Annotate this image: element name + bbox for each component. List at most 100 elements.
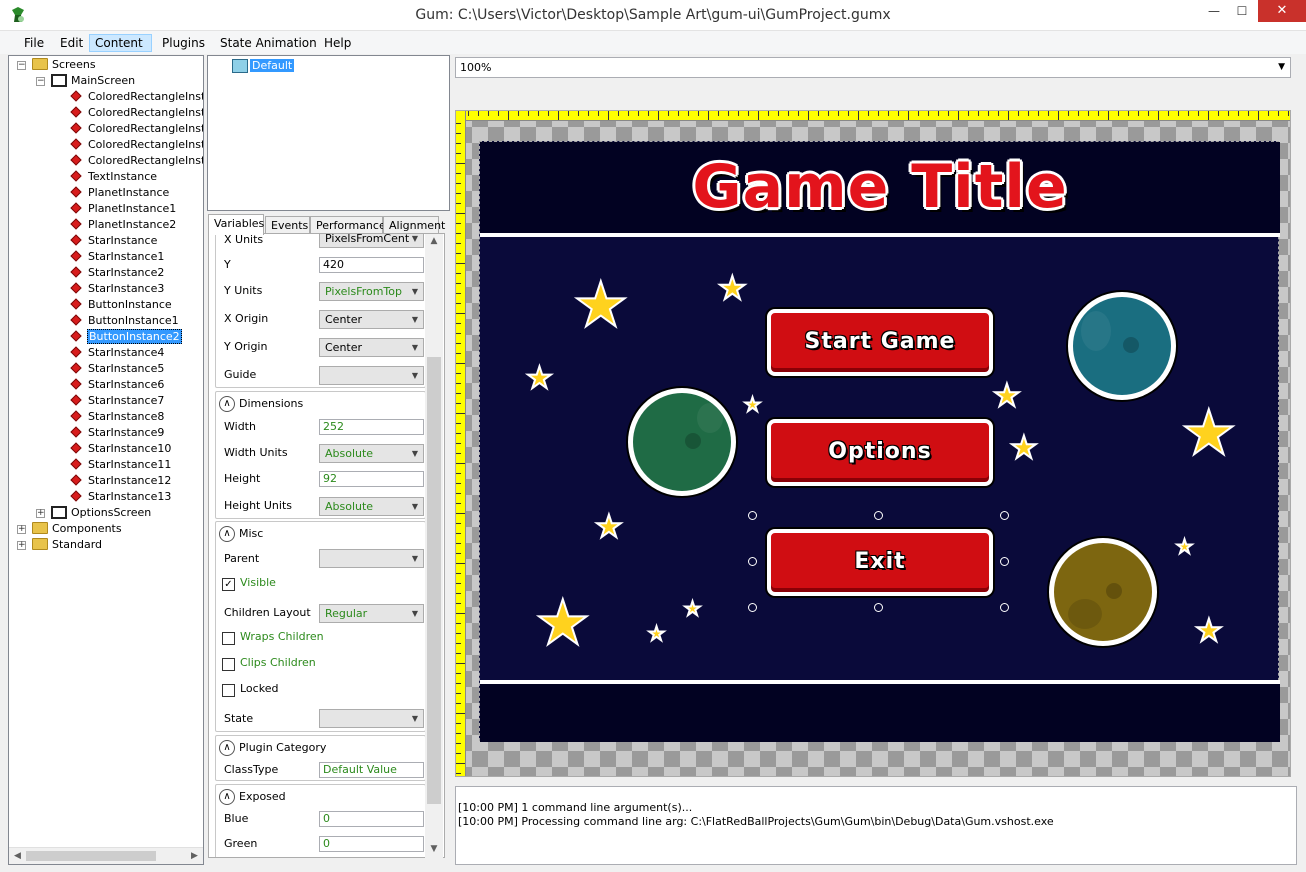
tree-item-instance[interactable]: StarInstance12	[69, 473, 172, 489]
resize-handle-bottom[interactable]	[874, 603, 883, 612]
game-title-text[interactable]: Game Title	[480, 152, 1280, 222]
horizontal-splitter[interactable]	[455, 778, 1297, 785]
star-icon[interactable]: ★	[992, 380, 1022, 413]
menu-file[interactable]: File	[18, 34, 50, 52]
clips-children-checkbox[interactable]	[222, 658, 235, 671]
collapse-mainscreen-toggle[interactable]: −	[36, 77, 45, 86]
tree-item-instance[interactable]: StarInstance	[69, 233, 158, 249]
green-field[interactable]: 0	[319, 836, 424, 852]
star-icon[interactable]: ★	[1180, 401, 1238, 465]
star-icon[interactable]: ★	[1175, 537, 1194, 558]
misc-header[interactable]: ∧ Misc	[219, 525, 263, 543]
expand-components-toggle[interactable]: +	[17, 525, 26, 534]
resize-handle-top-right[interactable]	[1000, 511, 1009, 520]
planet-olive[interactable]	[1049, 538, 1157, 646]
bottom-divider-line[interactable]	[480, 680, 1280, 684]
planet-green[interactable]	[628, 388, 736, 496]
star-icon[interactable]: ★	[572, 273, 630, 337]
collapse-up-icon[interactable]: ∧	[219, 526, 235, 542]
collapse-screens-toggle[interactable]: −	[17, 61, 26, 70]
tree-item-instance[interactable]: StarInstance7	[69, 393, 165, 409]
tree-item-instance[interactable]: ColoredRectangleInstar	[69, 121, 203, 137]
star-icon[interactable]: ★	[525, 363, 554, 395]
scroll-down-icon[interactable]: ▼	[425, 844, 443, 854]
tree-node-screens[interactable]: Screens	[32, 57, 97, 73]
x-units-dropdown[interactable]: PixelsFromCent ▼	[319, 234, 424, 248]
planet-teal[interactable]	[1068, 292, 1176, 400]
collapse-up-icon[interactable]: ∧	[219, 789, 235, 805]
options-button[interactable]: Options	[767, 419, 993, 486]
scrollbar-thumb[interactable]	[26, 851, 156, 861]
locked-checkbox[interactable]	[222, 684, 235, 697]
variables-vertical-scrollbar[interactable]: ▲ ▼	[425, 234, 443, 858]
expand-standard-toggle[interactable]: +	[17, 541, 26, 550]
star-icon[interactable]: ★	[594, 511, 624, 544]
tree-item-instance[interactable]: ColoredRectangleInstar	[69, 153, 203, 169]
tree-node-mainscreen[interactable]: MainScreen	[51, 73, 136, 89]
star-icon[interactable]: ★	[1194, 615, 1224, 648]
scroll-up-icon[interactable]: ▲	[425, 236, 443, 246]
blue-field[interactable]: 0	[319, 811, 424, 827]
resize-handle-bottom-right[interactable]	[1000, 603, 1009, 612]
tree-item-instance[interactable]: StarInstance8	[69, 409, 165, 425]
star-icon[interactable]: ★	[647, 624, 666, 645]
state-item-default[interactable]: Default	[232, 59, 295, 75]
tree-item-instance[interactable]: StarInstance4	[69, 345, 165, 361]
tree-item-instance[interactable]: StarInstance10	[69, 441, 172, 457]
tree-item-instance[interactable]: StarInstance1	[69, 249, 165, 265]
height-field[interactable]: 92	[319, 471, 424, 487]
collapse-up-icon[interactable]: ∧	[219, 396, 235, 412]
tree-item-instance[interactable]: PlanetInstance1	[69, 201, 177, 217]
tab-variables[interactable]: Variables	[208, 214, 264, 235]
star-icon[interactable]: ★	[717, 271, 748, 305]
tree-item-instance[interactable]: StarInstance6	[69, 377, 165, 393]
bottom-band[interactable]	[480, 682, 1280, 742]
exit-button[interactable]: Exit	[767, 529, 993, 596]
tree-horizontal-scrollbar[interactable]: ◀ ▶	[9, 847, 203, 864]
tree-item-instance[interactable]: StarInstance9	[69, 425, 165, 441]
exposed-header[interactable]: ∧ Exposed	[219, 788, 286, 806]
scroll-right-icon[interactable]: ▶	[186, 848, 203, 864]
tree-item-instance[interactable]: ColoredRectangleInstar	[69, 105, 203, 121]
tree-item-instance[interactable]: PlanetInstance2	[69, 217, 177, 233]
element-tree[interactable]: − Screens − MainScreen ColoredRectangleI…	[8, 55, 204, 865]
guide-dropdown[interactable]: ▼	[319, 366, 424, 385]
plugin-category-header[interactable]: ∧ Plugin Category	[219, 739, 326, 757]
classtype-field[interactable]: Default Value	[319, 762, 424, 778]
menu-help[interactable]: Help	[318, 34, 357, 52]
menu-plugins[interactable]: Plugins	[156, 34, 211, 52]
width-field[interactable]: 252	[319, 419, 424, 435]
x-origin-dropdown[interactable]: Center ▼	[319, 310, 424, 329]
collapse-up-icon[interactable]: ∧	[219, 740, 235, 756]
tree-item-instance[interactable]: StarInstance11	[69, 457, 172, 473]
vertical-ruler[interactable]	[456, 111, 466, 776]
maximize-button[interactable]: ☐	[1228, 0, 1256, 22]
tree-item-instance[interactable]: StarInstance13	[69, 489, 172, 505]
resize-handle-bottom-left[interactable]	[748, 603, 757, 612]
game-screen[interactable]: Game Title Start Game Options Exit ★ ★ ★	[479, 141, 1280, 742]
top-divider-line[interactable]	[480, 233, 1280, 237]
star-icon[interactable]: ★	[1009, 432, 1039, 465]
expand-optionsscreen-toggle[interactable]: +	[36, 509, 45, 518]
resize-handle-left[interactable]	[748, 557, 757, 566]
menu-edit[interactable]: Edit	[54, 34, 89, 52]
tree-item-instance[interactable]: ButtonInstance1	[69, 313, 180, 329]
y-field[interactable]: 420	[319, 257, 424, 273]
tree-node-components[interactable]: Components	[32, 521, 123, 537]
height-units-dropdown[interactable]: Absolute ▼	[319, 497, 424, 516]
menu-state-animation[interactable]: State Animation	[214, 34, 323, 52]
y-units-dropdown[interactable]: PixelsFromTop ▼	[319, 282, 424, 301]
scroll-left-icon[interactable]: ◀	[9, 848, 26, 864]
resize-handle-top[interactable]	[874, 511, 883, 520]
dimensions-header[interactable]: ∧ Dimensions	[219, 395, 303, 413]
star-icon[interactable]: ★	[683, 599, 702, 620]
menu-content[interactable]: Content	[89, 34, 152, 52]
visible-checkbox[interactable]: ✓	[222, 578, 235, 591]
minimize-button[interactable]: —	[1200, 0, 1228, 22]
y-origin-dropdown[interactable]: Center ▼	[319, 338, 424, 357]
zoom-dropdown[interactable]: 100% ▼	[455, 57, 1291, 78]
tree-item-instance[interactable]: ColoredRectangleInstar	[69, 89, 203, 105]
start-game-button[interactable]: Start Game	[767, 309, 993, 376]
width-units-dropdown[interactable]: Absolute ▼	[319, 444, 424, 463]
state-dropdown[interactable]: ▼	[319, 709, 424, 728]
